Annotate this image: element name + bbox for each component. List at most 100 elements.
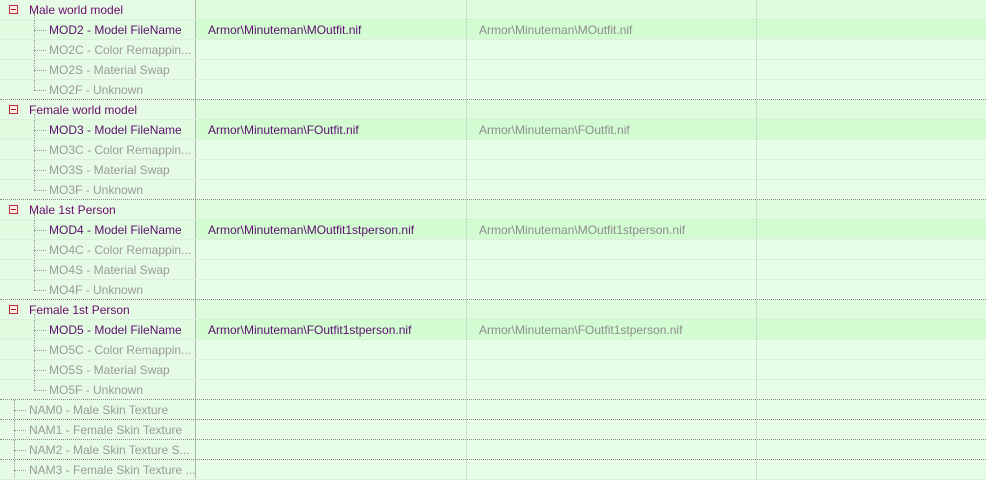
value-cell-compare[interactable] [467, 420, 757, 439]
value-cell-compare[interactable] [467, 80, 757, 99]
tree-label-cell[interactable]: MO4F - Unknown [0, 280, 196, 299]
value-cell-compare[interactable] [467, 140, 757, 159]
value-cell-compare[interactable] [467, 40, 757, 59]
tree-label-cell[interactable]: Male world model [0, 0, 196, 19]
value-cell[interactable] [196, 340, 467, 359]
tree-label-cell[interactable]: MO2S - Material Swap [0, 60, 196, 79]
value-cell-compare[interactable] [467, 440, 757, 459]
tree-label-cell[interactable]: NAM3 - Female Skin Texture ... [0, 460, 196, 479]
tree-label-cell[interactable]: NAM2 - Male Skin Texture S... [0, 440, 196, 459]
value-cell[interactable] [196, 40, 467, 59]
tree-field-row[interactable]: MO4C - Color Remappin... [0, 240, 986, 260]
value-cell[interactable]: Armor\Minuteman\FOutfit1stperson.nif [196, 320, 467, 339]
record-tree-view[interactable]: Male world model MOD2 - Model FileName A… [0, 0, 986, 480]
value-cell[interactable] [196, 440, 467, 459]
tree-field-row[interactable]: MO3C - Color Remappin... [0, 140, 986, 160]
tree-field-row[interactable]: MO3F - Unknown [0, 180, 986, 200]
value-cell[interactable] [196, 460, 467, 479]
value-cell[interactable] [196, 80, 467, 99]
value-cell-compare[interactable] [467, 180, 757, 199]
tree-field-row[interactable]: MO5F - Unknown [0, 380, 986, 400]
tree-label-cell[interactable]: MOD5 - Model FileName [0, 320, 196, 339]
tree-label-cell[interactable]: MOD3 - Model FileName [0, 120, 196, 139]
value-cell-compare[interactable]: Armor\Minuteman\MOutfit.nif [467, 20, 757, 39]
tree-field-row[interactable]: NAM3 - Female Skin Texture ... [0, 460, 986, 480]
value-cell[interactable] [196, 400, 467, 419]
value-cell-compare[interactable] [467, 400, 757, 419]
value-cell-compare[interactable] [467, 60, 757, 79]
value-cell[interactable] [196, 0, 467, 19]
value-cell[interactable] [196, 380, 467, 399]
value-cell[interactable] [196, 180, 467, 199]
value-cell[interactable]: Armor\Minuteman\FOutfit.nif [196, 120, 467, 139]
tree-field-row[interactable]: MO4F - Unknown [0, 280, 986, 300]
tree-field-row[interactable]: MOD3 - Model FileName Armor\Minuteman\FO… [0, 120, 986, 140]
tree-field-row[interactable]: NAM1 - Female Skin Texture [0, 420, 986, 440]
value-cell-compare[interactable] [467, 360, 757, 379]
tree-field-row[interactable]: MO2S - Material Swap [0, 60, 986, 80]
tree-field-row[interactable]: MOD2 - Model FileName Armor\Minuteman\MO… [0, 20, 986, 40]
value-cell-compare[interactable] [467, 300, 757, 319]
value-cell-compare[interactable] [467, 200, 757, 219]
tree-group-row[interactable]: Female world model [0, 100, 986, 120]
tree-label-cell[interactable]: MOD4 - Model FileName [0, 220, 196, 239]
tree-label-cell[interactable]: MO2F - Unknown [0, 80, 196, 99]
tree-label-cell[interactable]: MOD2 - Model FileName [0, 20, 196, 39]
value-cell-compare[interactable] [467, 380, 757, 399]
tree-label-cell[interactable]: MO3C - Color Remappin... [0, 140, 196, 159]
tree-label-cell[interactable]: Female 1st Person [0, 300, 196, 319]
tree-field-row[interactable]: MO5S - Material Swap [0, 360, 986, 380]
tree-group-row[interactable]: Male 1st Person [0, 200, 986, 220]
value-cell[interactable] [196, 420, 467, 439]
tree-field-row[interactable]: MO5C - Color Remappin... [0, 340, 986, 360]
tree-field-row[interactable]: NAM0 - Male Skin Texture [0, 400, 986, 420]
tree-group-row[interactable]: Male world model [0, 0, 986, 20]
tree-field-row[interactable]: MOD4 - Model FileName Armor\Minuteman\MO… [0, 220, 986, 240]
collapse-minus-icon[interactable] [9, 305, 18, 314]
value-cell-compare[interactable]: Armor\Minuteman\FOutfit1stperson.nif [467, 320, 757, 339]
value-cell[interactable] [196, 140, 467, 159]
value-cell-compare[interactable] [467, 100, 757, 119]
value-cell[interactable] [196, 60, 467, 79]
value-cell-compare[interactable]: Armor\Minuteman\MOutfit1stperson.nif [467, 220, 757, 239]
tree-label-cell[interactable]: MO4S - Material Swap [0, 260, 196, 279]
tree-field-row[interactable]: NAM2 - Male Skin Texture S... [0, 440, 986, 460]
tree-field-row[interactable]: MO2F - Unknown [0, 80, 986, 100]
collapse-minus-icon[interactable] [9, 5, 18, 14]
value-cell[interactable] [196, 300, 467, 319]
tree-label-cell[interactable]: MO5S - Material Swap [0, 360, 196, 379]
tree-field-row[interactable]: MO2C - Color Remappin... [0, 40, 986, 60]
value-cell[interactable]: Armor\Minuteman\MOutfit.nif [196, 20, 467, 39]
value-cell[interactable] [196, 260, 467, 279]
value-cell[interactable] [196, 240, 467, 259]
tree-group-row[interactable]: Female 1st Person [0, 300, 986, 320]
value-cell-compare[interactable]: Armor\Minuteman\FOutfit.nif [467, 120, 757, 139]
value-cell-compare[interactable] [467, 340, 757, 359]
tree-label-cell[interactable]: MO5F - Unknown [0, 380, 196, 399]
value-cell[interactable] [196, 360, 467, 379]
value-cell[interactable] [196, 200, 467, 219]
tree-label-cell[interactable]: Female world model [0, 100, 196, 119]
value-cell-compare[interactable] [467, 240, 757, 259]
collapse-minus-icon[interactable] [9, 105, 18, 114]
tree-label-cell[interactable]: NAM0 - Male Skin Texture [0, 400, 196, 419]
tree-label-cell[interactable]: MO5C - Color Remappin... [0, 340, 196, 359]
tree-label-cell[interactable]: Male 1st Person [0, 200, 196, 219]
value-cell-compare[interactable] [467, 0, 757, 19]
value-cell[interactable]: Armor\Minuteman\MOutfit1stperson.nif [196, 220, 467, 239]
value-cell-compare[interactable] [467, 160, 757, 179]
value-cell[interactable] [196, 160, 467, 179]
tree-label-cell[interactable]: MO3S - Material Swap [0, 160, 196, 179]
value-cell[interactable] [196, 100, 467, 119]
tree-field-row[interactable]: MOD5 - Model FileName Armor\Minuteman\FO… [0, 320, 986, 340]
tree-field-row[interactable]: MO3S - Material Swap [0, 160, 986, 180]
tree-label-cell[interactable]: NAM1 - Female Skin Texture [0, 420, 196, 439]
value-cell[interactable] [196, 280, 467, 299]
value-cell-compare[interactable] [467, 280, 757, 299]
tree-field-row[interactable]: MO4S - Material Swap [0, 260, 986, 280]
collapse-minus-icon[interactable] [9, 205, 18, 214]
value-cell-compare[interactable] [467, 260, 757, 279]
value-cell-compare[interactable] [467, 460, 757, 479]
tree-label-cell[interactable]: MO4C - Color Remappin... [0, 240, 196, 259]
tree-label-cell[interactable]: MO2C - Color Remappin... [0, 40, 196, 59]
